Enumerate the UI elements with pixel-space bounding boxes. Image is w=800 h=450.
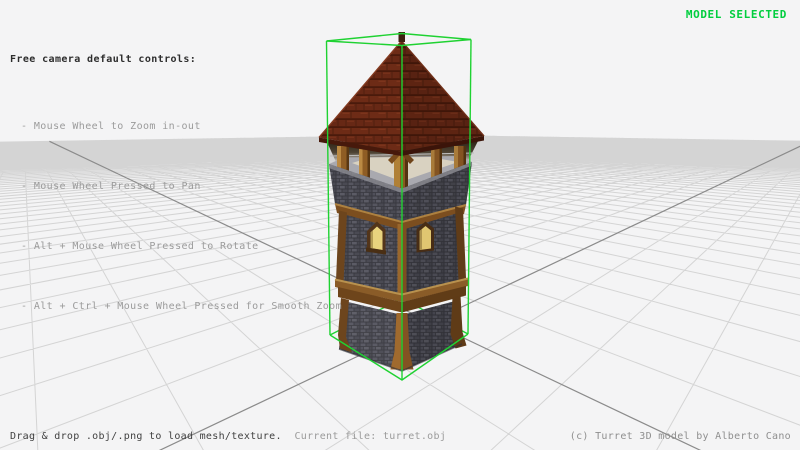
help-item: - Alt + Ctrl + Mouse Wheel Pressed for S… (10, 297, 342, 317)
current-file-label: Current file: turret.obj (294, 431, 446, 442)
model-credit: (c) Turret 3D model by Alberto Cano (570, 431, 791, 442)
drop-hint: Drag & drop .obj/.png to load mesh/textu… (10, 431, 282, 442)
drop-hint-bar: Drag & drop .obj/.png to load mesh/textu… (10, 431, 446, 442)
help-title: Free camera default controls: (10, 50, 342, 70)
help-item: - Mouse Wheel to Zoom in-out (10, 117, 342, 137)
help-item: - Alt + Mouse Wheel Pressed to Rotate (10, 237, 342, 257)
help-item: - Mouse Wheel Pressed to Pan (10, 177, 342, 197)
camera-help-panel: Free camera default controls: - Mouse Wh… (10, 10, 342, 357)
status-badge: MODEL SELECTED (686, 8, 787, 21)
viewport-3d[interactable]: Free camera default controls: - Mouse Wh… (0, 0, 800, 450)
